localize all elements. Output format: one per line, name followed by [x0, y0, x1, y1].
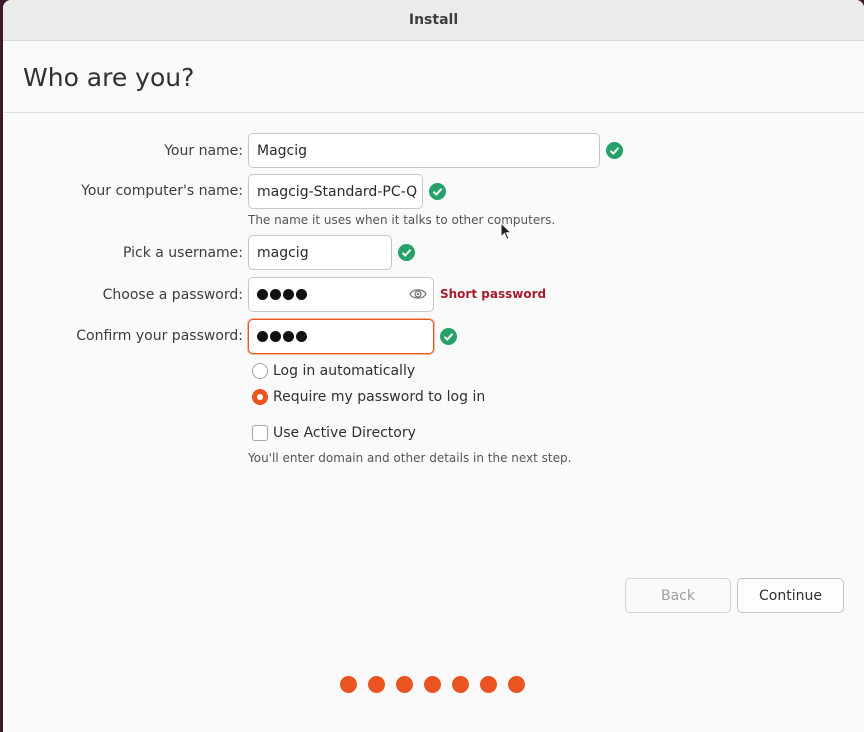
- back-button-label: Back: [661, 587, 695, 604]
- username-field[interactable]: magcig: [248, 235, 392, 270]
- progress-dot: [368, 676, 385, 693]
- password-field[interactable]: [248, 277, 434, 312]
- require-password-label[interactable]: Require my password to log in: [273, 389, 485, 405]
- progress-dot: [396, 676, 413, 693]
- confirm-password-field[interactable]: [248, 319, 434, 354]
- eye-icon[interactable]: [409, 287, 427, 305]
- window-title: Install: [408, 12, 459, 28]
- progress-indicator: [340, 676, 525, 693]
- password-strength: Short password: [440, 287, 547, 301]
- password-dots: [257, 287, 309, 303]
- installer-window: Install Who are you? Your name: Magcig Y…: [3, 0, 864, 732]
- mouse-cursor-icon: [500, 221, 513, 246]
- computer-name-field[interactable]: magcig-Standard-PC-Q: [248, 174, 423, 209]
- username-label: Pick a username:: [122, 245, 243, 261]
- computer-name-label: Your computer's name:: [81, 183, 243, 199]
- require-password-radio[interactable]: [252, 389, 268, 405]
- login-automatically-radio[interactable]: [252, 363, 268, 379]
- titlebar: Install: [3, 0, 864, 41]
- password-label: Choose a password:: [102, 287, 243, 303]
- progress-dot: [424, 676, 441, 693]
- confirm-password-dots: [257, 329, 309, 345]
- active-directory-checkbox[interactable]: [252, 425, 268, 441]
- name-field[interactable]: Magcig: [248, 133, 600, 168]
- username-valid-icon: [398, 244, 415, 261]
- progress-dot: [480, 676, 497, 693]
- active-directory-label[interactable]: Use Active Directory: [273, 425, 416, 441]
- back-button[interactable]: Back: [625, 578, 731, 613]
- progress-dot: [340, 676, 357, 693]
- progress-dot: [508, 676, 525, 693]
- name-valid-icon: [606, 142, 623, 159]
- name-value: Magcig: [257, 142, 308, 159]
- confirm-password-label: Confirm your password:: [76, 328, 243, 344]
- continue-button[interactable]: Continue: [737, 578, 844, 613]
- username-value: magcig: [257, 244, 309, 261]
- continue-button-label: Continue: [759, 587, 822, 604]
- login-automatically-label[interactable]: Log in automatically: [273, 363, 415, 379]
- active-directory-hint: You'll enter domain and other details in…: [248, 451, 572, 465]
- computer-name-valid-icon: [429, 183, 446, 200]
- page-title: Who are you?: [23, 63, 195, 92]
- heading-area: Who are you?: [3, 41, 864, 113]
- progress-dot: [452, 676, 469, 693]
- confirm-password-valid-icon: [440, 328, 457, 345]
- computer-name-value: magcig-Standard-PC-Q: [257, 183, 418, 200]
- name-label: Your name:: [164, 143, 243, 159]
